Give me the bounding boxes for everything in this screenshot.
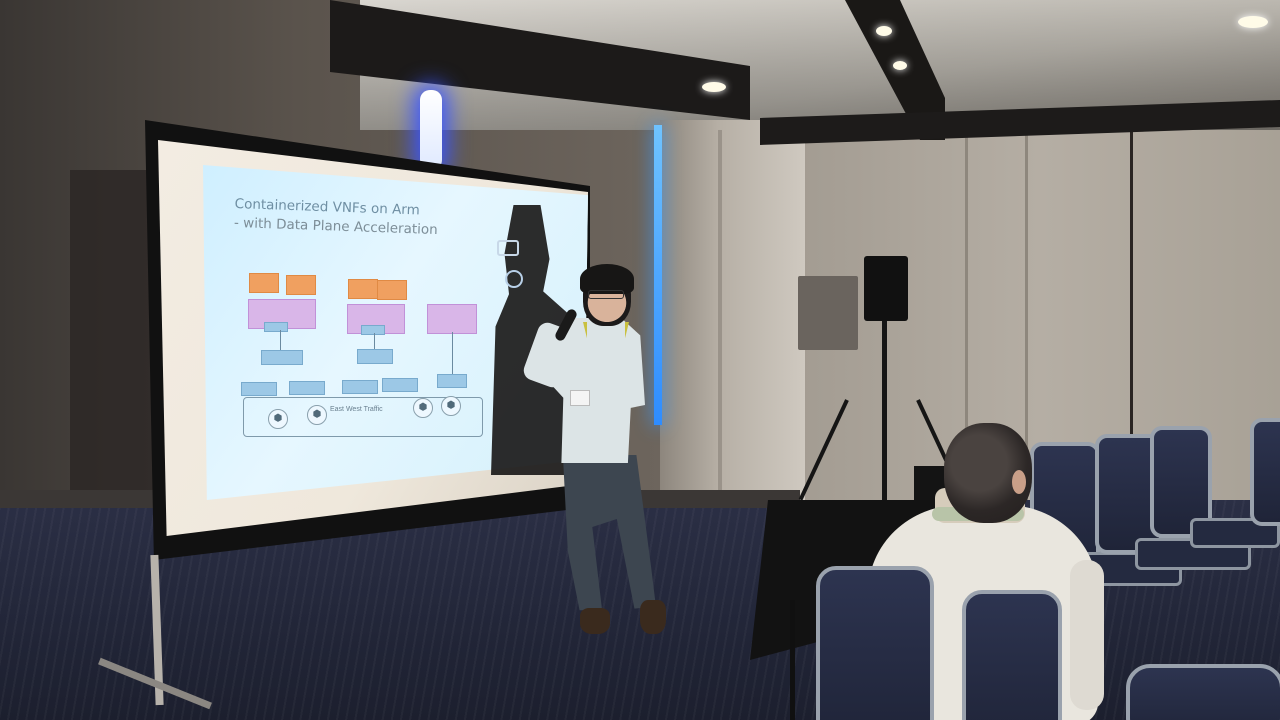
nic-box bbox=[437, 374, 467, 388]
arm-logo-icon: ⬢ bbox=[441, 396, 461, 416]
switch-box bbox=[357, 349, 393, 364]
speaker-icon bbox=[864, 256, 908, 321]
vnf-box bbox=[249, 273, 279, 293]
pillar-edge bbox=[718, 130, 722, 520]
ceiling-downlight bbox=[876, 26, 892, 36]
arm-logo-icon: ⬢ bbox=[413, 398, 433, 418]
chair-back bbox=[1126, 664, 1280, 720]
vnf-box bbox=[377, 280, 407, 300]
chair-back bbox=[816, 566, 934, 720]
vnf-box bbox=[348, 279, 378, 299]
hanging-cable bbox=[1130, 120, 1133, 440]
port-box bbox=[361, 325, 385, 335]
arm-logo-icon: ⬢ bbox=[268, 409, 288, 429]
connector-line bbox=[374, 333, 375, 349]
rail-label: East West Traffic bbox=[330, 406, 383, 413]
connector-line bbox=[452, 332, 453, 374]
presenter-shoe bbox=[580, 608, 610, 634]
container-box bbox=[427, 304, 477, 334]
nic-box bbox=[289, 381, 325, 395]
presenter-badge bbox=[570, 390, 590, 406]
nic-box bbox=[241, 382, 277, 396]
nic-box bbox=[382, 378, 418, 392]
presenter-shoe bbox=[640, 600, 666, 634]
arm-logo-icon: ⬢ bbox=[307, 405, 327, 425]
ceiling-downlight bbox=[702, 82, 726, 92]
pillar bbox=[660, 120, 805, 520]
attendee-arm bbox=[1070, 560, 1104, 710]
conference-room-scene: Containerized VNFs on Arm - with Data Pl… bbox=[0, 0, 1280, 720]
table-leg bbox=[790, 600, 795, 720]
switch-box bbox=[261, 350, 303, 365]
wall-mounted-panel bbox=[798, 276, 858, 350]
shadow-glasses bbox=[497, 240, 519, 256]
speaker-pole bbox=[882, 320, 887, 500]
shadow-logo bbox=[505, 270, 523, 288]
connector-line bbox=[280, 330, 281, 350]
presenter-glasses bbox=[588, 290, 624, 299]
ceiling-downlight bbox=[893, 61, 907, 70]
port-box bbox=[264, 322, 288, 332]
wall-sconce-light bbox=[420, 90, 442, 170]
blue-accent-light bbox=[654, 125, 662, 425]
chair-back bbox=[1250, 418, 1280, 526]
attendee-ear bbox=[1012, 470, 1026, 494]
chair-back bbox=[962, 590, 1062, 720]
nic-box bbox=[342, 380, 378, 394]
vnf-box bbox=[286, 275, 316, 295]
ceiling-downlight bbox=[1238, 16, 1268, 28]
wall-shadow bbox=[70, 170, 160, 500]
